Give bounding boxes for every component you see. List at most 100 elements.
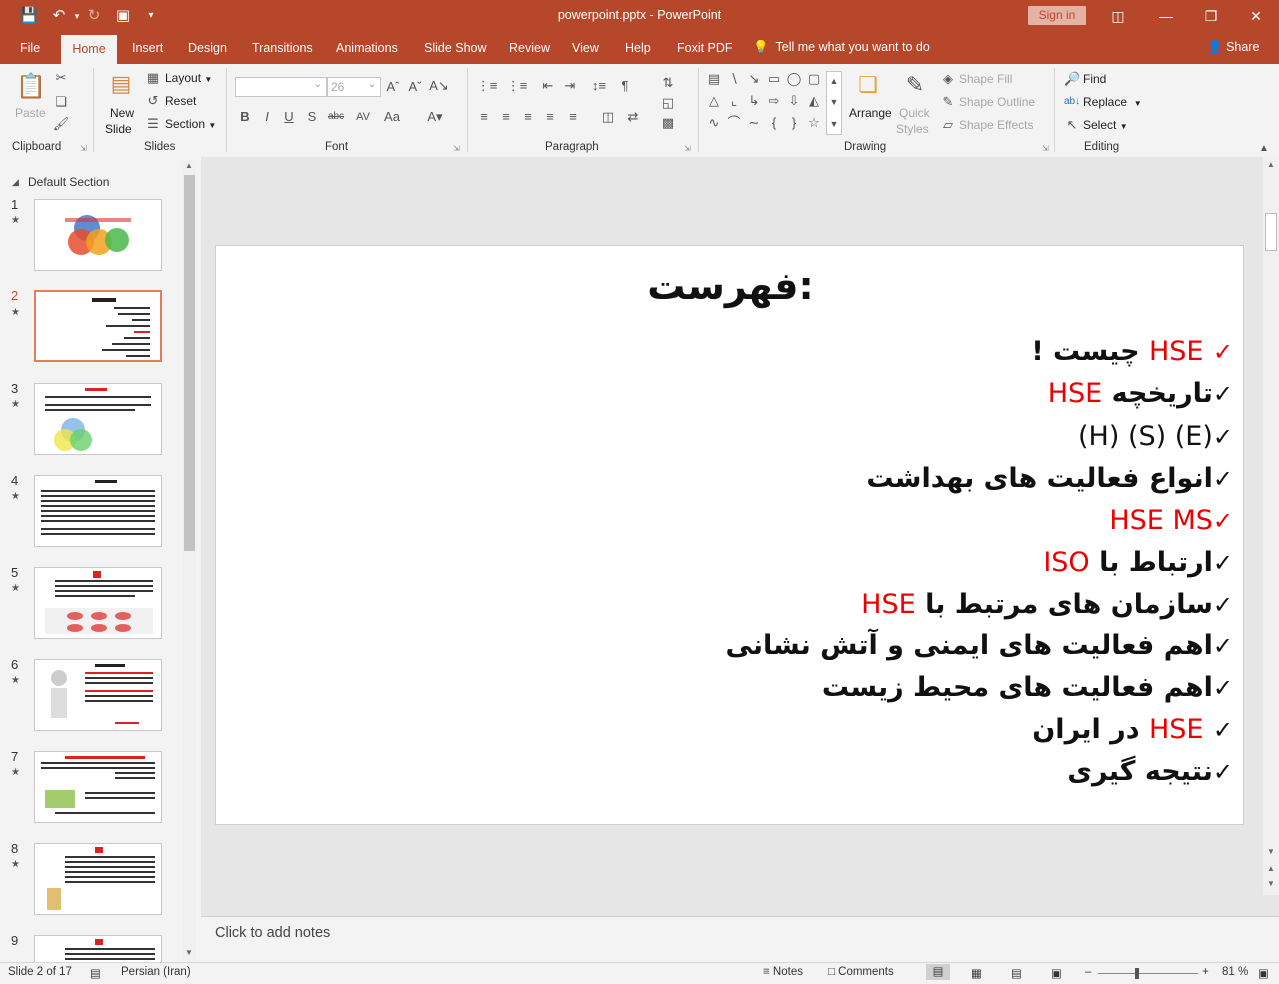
tab-file[interactable]: File (20, 41, 40, 55)
distributed-icon[interactable]: ≡ (565, 109, 581, 125)
new-slide-button-line2[interactable]: Slide (105, 122, 132, 136)
decrease-indent-icon[interactable]: ⇤ (540, 78, 556, 94)
oval-shape-icon[interactable]: ◯ (785, 71, 803, 87)
paragraph-dialog-launcher-icon[interactable]: ⇲ (684, 144, 691, 153)
minimize-icon[interactable]: — (1154, 5, 1178, 27)
align-left-icon[interactable]: ≡ (476, 109, 492, 125)
text-direction-vertical-icon[interactable]: ⇅ (656, 75, 680, 91)
bullet-item-1[interactable]: ✓ HSE چیست ! (1031, 333, 1233, 371)
ribbon-display-options-icon[interactable]: ◫ (1106, 5, 1130, 27)
bullet-item-4[interactable]: ✓انواع فعالیت های بهداشت (866, 460, 1233, 498)
zoom-in-icon[interactable]: + (1202, 966, 1209, 978)
character-spacing-icon[interactable]: AV (352, 109, 374, 125)
bold-icon[interactable]: B (238, 109, 252, 125)
editor-scrollbar[interactable]: ▲ ▼ ▲ ▼ (1263, 157, 1279, 895)
zoom-slider-thumb[interactable] (1135, 968, 1139, 979)
chevron-down-icon[interactable]: ▼ (828, 94, 840, 110)
notes-placeholder[interactable]: Click to add notes (215, 925, 330, 941)
new-slide-button[interactable]: New (110, 106, 134, 120)
elbow-arrow-shape-icon[interactable]: ↳ (745, 93, 763, 109)
decrease-font-size-icon[interactable]: Aˇ (407, 79, 423, 95)
shapes-gallery-scroll[interactable]: ▲ ▼ ▼ (826, 71, 842, 135)
bullet-item-5[interactable]: ✓HSE MS (1109, 502, 1233, 540)
scroll-up-icon[interactable]: ▲ (1267, 160, 1275, 169)
bullets-icon[interactable]: ⋮≡ (476, 78, 498, 94)
elbow-connector-shape-icon[interactable]: ⌞ (725, 93, 743, 109)
arrange-icon[interactable]: ❏ (853, 72, 883, 98)
normal-view-icon[interactable]: ▤ (926, 964, 950, 980)
zoom-level[interactable]: 81 % (1222, 966, 1248, 978)
rounded-rectangle-shape-icon[interactable]: ▢ (805, 71, 823, 87)
arrange-button[interactable]: Arrange (849, 106, 892, 120)
previous-slide-icon[interactable]: ▲ (1267, 864, 1275, 873)
slide-sorter-icon[interactable]: ▦ (971, 966, 982, 980)
bullet-item-11[interactable]: ✓نتیجه گیری (1067, 753, 1233, 791)
tab-transitions[interactable]: Transitions (252, 41, 313, 55)
tab-design[interactable]: Design (188, 41, 227, 55)
sign-in-button[interactable]: Sign in (1028, 6, 1086, 25)
slide-thumbnail-2[interactable] (34, 290, 162, 362)
underline-icon[interactable]: U (282, 109, 296, 125)
strikethrough-icon[interactable]: abc (325, 109, 347, 125)
slide-thumbnail-7[interactable] (34, 751, 162, 823)
slide-thumbnail-8[interactable] (34, 843, 162, 915)
down-arrow-shape-icon[interactable]: ⇩ (785, 93, 803, 109)
slide-thumbnail-9[interactable] (34, 935, 162, 962)
quick-styles-button-line2[interactable]: Styles (896, 122, 929, 136)
bullet-item-8[interactable]: ✓اهم فعالیت های ایمنی و آتش نشانی (726, 627, 1233, 665)
slide-thumbnail-6[interactable] (34, 659, 162, 731)
freeform-shape-icon[interactable]: ∿ (705, 115, 723, 131)
slide-canvas[interactable]: فهرست: ✓ HSE چیست ! ✓تاریخچه HSE ✓(H) (S… (215, 245, 1244, 825)
tab-slide-show[interactable]: Slide Show (424, 41, 487, 55)
text-direction-icon[interactable]: ⇄ (625, 109, 641, 125)
notes-toggle[interactable]: ≡ Notes (763, 966, 803, 978)
increase-font-size-icon[interactable]: Aˆ (385, 79, 401, 95)
reset-button[interactable]: Reset (165, 94, 196, 108)
chevron-up-icon[interactable]: ▲ (828, 73, 840, 89)
drawing-dialog-launcher-icon[interactable]: ⇲ (1042, 144, 1049, 153)
quick-styles-button[interactable]: Quick (899, 106, 930, 120)
more-shapes-icon[interactable]: ▼ (828, 116, 840, 132)
columns-icon[interactable]: ◫ (600, 109, 616, 125)
thumbnails-scroll-thumb[interactable] (184, 175, 195, 551)
align-center-icon[interactable]: ≡ (498, 109, 514, 125)
replace-button[interactable]: Replace ▼ (1083, 95, 1142, 109)
copy-icon[interactable]: ❏ (52, 94, 70, 110)
shape-effects-button[interactable]: Shape Effects (959, 118, 1034, 132)
shape-fill-button[interactable]: Shape Fill (959, 72, 1012, 86)
cut-icon[interactable]: ✂ (52, 70, 70, 86)
collapse-ribbon-icon[interactable]: ▲ (1257, 141, 1271, 157)
curve-shape-icon[interactable]: ∼ (745, 115, 763, 131)
line-spacing-icon[interactable]: ↕≡ (590, 78, 608, 94)
layout-button[interactable]: Layout ▼ (165, 71, 212, 85)
select-button[interactable]: Select ▼ (1083, 118, 1128, 132)
font-dialog-launcher-icon[interactable]: ⇲ (453, 144, 460, 153)
shape-outline-button[interactable]: Shape Outline (959, 95, 1035, 109)
right-brace-shape-icon[interactable]: } (785, 115, 803, 131)
clear-formatting-icon[interactable]: A↘ (427, 78, 451, 94)
text-direction-rtl-icon[interactable]: ¶ (617, 78, 633, 94)
align-right-icon[interactable]: ≡ (520, 109, 536, 125)
bullet-item-6[interactable]: ✓ارتباط با ISO (1043, 544, 1233, 582)
numbering-icon[interactable]: ⋮≡ (506, 78, 528, 94)
align-text-icon[interactable]: ◱ (656, 95, 680, 111)
change-case-icon[interactable]: Aa (381, 109, 403, 125)
scroll-down-icon[interactable]: ▼ (1267, 847, 1275, 856)
close-icon[interactable]: ✕ (1244, 5, 1268, 27)
scroll-up-icon[interactable]: ▲ (185, 161, 193, 170)
bullet-item-10[interactable]: ✓ HSE در ایران (1032, 711, 1233, 749)
tab-view[interactable]: View (572, 41, 599, 55)
slide-thumbnail-1[interactable] (34, 199, 162, 271)
reading-view-icon[interactable]: ▤ (1011, 966, 1022, 980)
font-name-combo[interactable]: ⌄ (235, 77, 327, 97)
zoom-out-icon[interactable]: – (1085, 966, 1091, 978)
textbox-shape-icon[interactable]: ▤ (705, 71, 723, 87)
bullet-item-2[interactable]: ✓تاریخچه HSE (1048, 375, 1233, 413)
slide-thumbnail-4[interactable] (34, 475, 162, 547)
shadow-icon[interactable]: S (305, 109, 319, 125)
shapes-gallery[interactable]: ▤ ∖ ↘ ▭ ◯ ▢ △ ⌞ ↳ ⇨ ⇩ ◭ ∿ ⌒ ∼ { } ☆ (705, 71, 825, 135)
tab-foxit-pdf[interactable]: Foxit PDF (677, 41, 733, 55)
language-indicator[interactable]: Persian (Iran) (121, 966, 191, 978)
quick-styles-icon[interactable]: ✎ (900, 72, 930, 98)
tell-me-search[interactable]: 💡 Tell me what you want to do (753, 40, 930, 55)
